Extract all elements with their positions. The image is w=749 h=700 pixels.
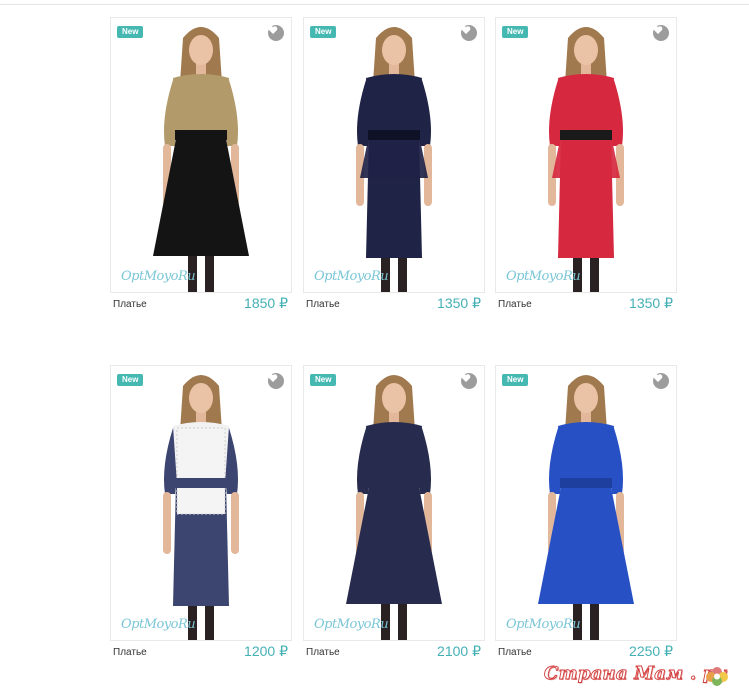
product-card[interactable]: New OptMoyoRu Платье 1350 ₽ xyxy=(495,17,677,327)
brand-watermark: OptMoyoRu xyxy=(506,269,581,284)
face xyxy=(189,383,213,413)
flower-logo-icon xyxy=(706,667,728,686)
product-photo[interactable]: New OptMoyoRu xyxy=(495,17,677,293)
brand-watermark: OptMoyoRu xyxy=(506,617,581,632)
product-card[interactable]: New OptMoyoRu Платье 2100 ₽ xyxy=(303,365,485,675)
top-divider xyxy=(0,0,749,5)
product-price: 1850 ₽ xyxy=(244,295,288,311)
product-price: 1350 ₽ xyxy=(629,295,673,311)
product-photo[interactable]: New OptMoyoRu xyxy=(303,365,485,641)
brand-watermark: OptMoyoRu xyxy=(121,269,196,284)
brand-watermark: OptMoyoRu xyxy=(314,617,389,632)
face xyxy=(382,35,406,65)
bodice xyxy=(558,422,614,484)
dress-illustration xyxy=(163,375,239,640)
site-logo[interactable]: Страна Мам . ру xyxy=(544,663,727,685)
bodice xyxy=(558,74,614,136)
face xyxy=(574,35,598,65)
product-photo[interactable]: New OptMoyoRu xyxy=(110,365,292,641)
product-card[interactable]: New OptMoyoRu Платье 2250 ₽ xyxy=(495,365,677,675)
leg xyxy=(590,602,599,640)
dress-illustration xyxy=(538,375,634,640)
new-badge: New xyxy=(310,26,337,38)
product-photo[interactable]: New OptMoyoRu xyxy=(495,365,677,641)
face xyxy=(574,383,598,413)
belt xyxy=(560,130,612,140)
new-badge: New xyxy=(310,374,337,386)
product-name[interactable]: Платье xyxy=(113,299,147,310)
new-badge: New xyxy=(117,26,144,38)
new-badge: New xyxy=(502,374,529,386)
product-name[interactable]: Платье xyxy=(113,647,147,658)
leg xyxy=(205,602,214,640)
bodice xyxy=(366,422,422,484)
leg xyxy=(205,254,214,292)
dress-illustration xyxy=(356,27,432,292)
favorite-heart-icon[interactable] xyxy=(268,25,284,41)
peplum xyxy=(360,140,428,178)
page: New OptMoyoRu Платье 1850 ₽ New OptMoyoR… xyxy=(0,0,749,700)
favorite-heart-icon[interactable] xyxy=(653,373,669,389)
dress-illustration xyxy=(346,375,442,640)
peplum xyxy=(552,140,620,178)
product-name[interactable]: Платье xyxy=(306,299,340,310)
product-name[interactable]: Платье xyxy=(498,647,532,658)
leg xyxy=(398,254,407,292)
favorite-heart-icon[interactable] xyxy=(653,25,669,41)
arm xyxy=(231,492,239,554)
product-name[interactable]: Платье xyxy=(498,299,532,310)
belt xyxy=(175,478,227,488)
product-price: 1200 ₽ xyxy=(244,643,288,659)
product-card[interactable]: New OptMoyoRu Платье 1200 ₽ xyxy=(110,365,292,675)
belt xyxy=(175,130,227,140)
product-photo[interactable]: New OptMoyoRu xyxy=(110,17,292,293)
bodice xyxy=(366,74,422,136)
belt xyxy=(368,478,420,488)
dress-illustration xyxy=(548,27,624,292)
dress-illustration xyxy=(153,27,249,292)
product-price: 2250 ₽ xyxy=(629,643,673,659)
belt xyxy=(560,478,612,488)
product-card[interactable]: New OptMoyoRu Платье 1350 ₽ xyxy=(303,17,485,327)
favorite-heart-icon[interactable] xyxy=(461,373,477,389)
product-price: 1350 ₽ xyxy=(437,295,481,311)
brand-watermark: OptMoyoRu xyxy=(121,617,196,632)
brand-watermark: OptMoyoRu xyxy=(314,269,389,284)
product-name[interactable]: Платье xyxy=(306,647,340,658)
face xyxy=(382,383,406,413)
belt xyxy=(368,130,420,140)
favorite-heart-icon[interactable] xyxy=(461,25,477,41)
new-badge: New xyxy=(502,26,529,38)
arm xyxy=(163,492,171,554)
lace-panel xyxy=(176,427,226,515)
product-card[interactable]: New OptMoyoRu Платье 1850 ₽ xyxy=(110,17,292,327)
product-photo[interactable]: New OptMoyoRu xyxy=(303,17,485,293)
product-price: 2100 ₽ xyxy=(437,643,481,659)
new-badge: New xyxy=(117,374,144,386)
leg xyxy=(398,602,407,640)
leg xyxy=(590,254,599,292)
face xyxy=(189,35,213,65)
bodice xyxy=(173,74,229,136)
favorite-heart-icon[interactable] xyxy=(268,373,284,389)
